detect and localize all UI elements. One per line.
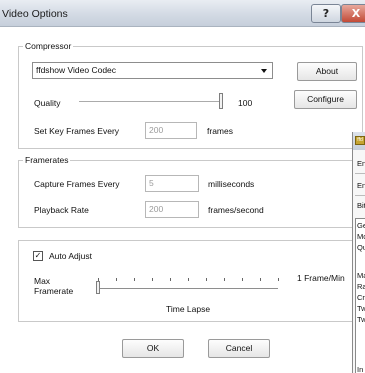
auto-adjust-checkbox[interactable]: ✓ bbox=[33, 251, 43, 261]
slider-tick bbox=[134, 278, 135, 281]
auto-adjust-label: Auto Adjust bbox=[49, 251, 93, 261]
background-row: Mo bbox=[357, 232, 365, 241]
background-divider bbox=[355, 195, 365, 196]
background-row: Cr bbox=[357, 293, 365, 302]
slider-tick bbox=[170, 278, 171, 281]
background-row: In bbox=[357, 365, 364, 373]
slider-tick bbox=[206, 278, 207, 281]
chevron-down-icon[interactable] bbox=[261, 69, 267, 73]
framerate-slider-track[interactable] bbox=[98, 288, 278, 289]
background-row: Qu bbox=[357, 243, 365, 252]
slider-tick bbox=[152, 278, 153, 281]
playback-field[interactable]: 200 bbox=[145, 201, 199, 218]
min-framerate-label: 1 Frame/Min bbox=[297, 273, 345, 283]
background-row: Ra bbox=[357, 282, 365, 291]
slider-tick bbox=[260, 278, 261, 281]
capture-field[interactable]: 5 bbox=[145, 175, 199, 192]
playback-label: Playback Rate bbox=[34, 205, 89, 215]
quality-label: Quality bbox=[34, 98, 61, 108]
keyframes-field[interactable]: 200 bbox=[145, 122, 197, 139]
slider-tick bbox=[116, 278, 117, 281]
background-row: Ge bbox=[357, 221, 365, 230]
capture-label: Capture Frames Every bbox=[34, 179, 120, 189]
framerate-slider-thumb[interactable] bbox=[96, 281, 100, 294]
background-row: Tw bbox=[357, 315, 365, 324]
quality-slider-track[interactable] bbox=[79, 101, 222, 103]
background-window-titlebar[interactable]: ffd bbox=[353, 132, 365, 150]
max-framerate-label-line1: Max bbox=[34, 276, 51, 286]
configure-button[interactable]: Configure bbox=[294, 90, 357, 109]
ffdshow-icon: ffd bbox=[355, 136, 365, 145]
background-row: Tw bbox=[357, 304, 365, 313]
keyframes-unit: frames bbox=[207, 126, 233, 136]
background-divider bbox=[355, 173, 365, 174]
time-lapse-label: Time Lapse bbox=[166, 304, 211, 314]
slider-tick bbox=[98, 278, 99, 281]
playback-unit: frames/second bbox=[208, 205, 264, 215]
slider-tick bbox=[224, 278, 225, 281]
about-button[interactable]: About bbox=[297, 62, 357, 81]
codec-selected-value: ffdshow Video Codec bbox=[36, 65, 117, 75]
framerates-group-label: Framerates bbox=[23, 155, 71, 165]
window-title: Video Options bbox=[2, 8, 68, 20]
capture-unit: milliseconds bbox=[208, 179, 255, 189]
keyframes-label: Set Key Frames Every bbox=[34, 126, 120, 136]
background-row: Ma bbox=[357, 271, 365, 280]
title-bar[interactable]: Video Options ? X bbox=[0, 0, 365, 27]
cancel-button[interactable]: Cancel bbox=[208, 339, 270, 358]
slider-tick bbox=[188, 278, 189, 281]
max-framerate-label-line2: Framerate bbox=[34, 286, 74, 296]
background-list[interactable]: Ge Mo Qu Ma Ra Cr Tw Tw In bbox=[355, 218, 365, 373]
quality-slider-thumb[interactable] bbox=[219, 93, 223, 109]
compressor-group-label: Compressor bbox=[23, 41, 74, 51]
ok-button[interactable]: OK bbox=[122, 339, 184, 358]
help-button[interactable]: ? bbox=[311, 4, 341, 23]
quality-value: 100 bbox=[238, 98, 253, 108]
slider-tick bbox=[242, 278, 243, 281]
close-button[interactable]: X bbox=[341, 4, 365, 23]
background-window[interactable]: ffd En En Bit Ge Mo Qu Ma Ra Cr Tw Tw In bbox=[352, 132, 365, 373]
background-row: En bbox=[357, 159, 365, 168]
codec-select[interactable]: ffdshow Video Codec bbox=[32, 62, 273, 79]
slider-tick bbox=[278, 278, 279, 281]
background-row: Bit bbox=[357, 201, 365, 210]
background-row: En bbox=[357, 181, 365, 190]
